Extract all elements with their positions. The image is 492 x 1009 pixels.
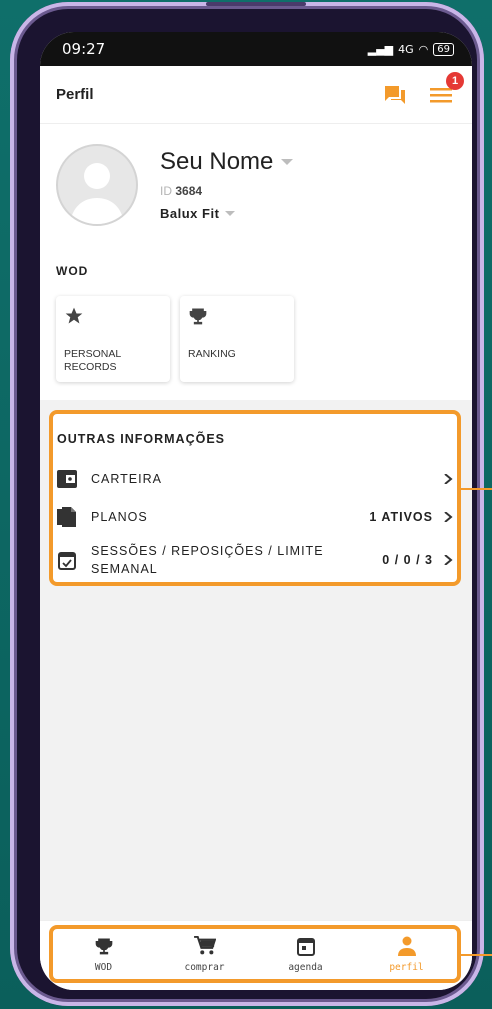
person-icon — [397, 936, 416, 956]
calendar-check-icon — [57, 550, 77, 570]
documents-icon — [57, 507, 77, 527]
trophy-icon — [188, 306, 286, 332]
chevron-right-icon — [444, 474, 453, 484]
sessions-row[interactable]: SESSÕES / REPOSIÇÕES / LIMITE SEMANAL 0 … — [57, 542, 453, 578]
chat-button[interactable] — [382, 82, 408, 108]
cart-icon — [193, 935, 216, 954]
page-title: Perfil — [56, 86, 94, 103]
profile-name-dropdown[interactable]: Seu Nome — [160, 148, 294, 176]
phone-frame: 09:27 ▂▄▆ 4G ◠ 69 Perfil 1 Seu Nome ID 3… — [10, 2, 484, 1006]
notification-badge: 1 — [446, 71, 464, 90]
personal-records-card[interactable]: PERSONAL RECORDS — [56, 296, 170, 382]
wod-section-title: WOD — [56, 264, 89, 278]
gym-selector[interactable]: Balux Fit — [160, 206, 236, 221]
battery-icon: 69 — [433, 42, 454, 56]
plans-label: PLANOS — [91, 510, 148, 524]
callout-line — [460, 954, 492, 956]
wifi-icon: ◠ — [418, 42, 429, 56]
profile-section: Seu Nome ID 3684 Balux Fit — [56, 144, 456, 244]
trophy-icon — [95, 938, 112, 954]
phone-notch — [206, 2, 306, 6]
profile-id: ID 3684 — [160, 184, 202, 198]
bottom-nav-highlight: WOD comprar agenda perfil — [49, 925, 461, 983]
bottom-navigation: WOD comprar agenda perfil — [40, 920, 472, 990]
menu-button[interactable]: 1 — [428, 71, 464, 108]
sessions-value: 0 / 0 / 3 — [382, 553, 433, 567]
wallet-icon — [57, 469, 77, 489]
nav-label: agenda — [288, 961, 323, 973]
profile-name: Seu Nome — [160, 148, 274, 175]
plans-value: 1 ATIVOS — [369, 510, 433, 524]
status-time: 09:27 — [62, 40, 106, 58]
wallet-row[interactable]: CARTEIRA — [57, 466, 453, 492]
nav-item-wod[interactable]: WOD — [59, 936, 149, 973]
nav-item-agenda[interactable]: agenda — [261, 936, 351, 973]
network-label: 4G — [398, 42, 414, 56]
avatar[interactable] — [56, 144, 138, 226]
other-info-panel: OUTRAS INFORMAÇÕES CARTEIRA PLANOS 1 ATI… — [49, 410, 461, 586]
app-header: Perfil 1 — [40, 66, 472, 124]
callout-line — [460, 488, 492, 490]
content-background: OUTRAS INFORMAÇÕES CARTEIRA PLANOS 1 ATI… — [40, 400, 472, 920]
calendar-icon — [296, 937, 315, 956]
ranking-card[interactable]: RANKING — [180, 296, 294, 382]
nav-item-comprar[interactable]: comprar — [160, 935, 250, 973]
wod-cards: PERSONAL RECORDS RANKING — [56, 296, 294, 382]
nav-label: WOD — [94, 961, 113, 973]
status-bar: 09:27 ▂▄▆ 4G ◠ 69 — [40, 32, 472, 66]
sessions-label: SESSÕES / REPOSIÇÕES / LIMITE SEMANAL — [91, 544, 324, 576]
star-icon — [64, 306, 162, 332]
chat-icon — [385, 85, 405, 104]
header-actions: 1 — [382, 71, 464, 108]
person-placeholder-icon — [70, 163, 124, 224]
app-screen: 09:27 ▂▄▆ 4G ◠ 69 Perfil 1 Seu Nome ID 3… — [40, 32, 472, 990]
card-label: RANKING — [188, 348, 236, 360]
plans-row[interactable]: PLANOS 1 ATIVOS — [57, 504, 453, 530]
nav-item-perfil[interactable]: perfil — [362, 936, 452, 973]
wallet-label: CARTEIRA — [91, 472, 162, 486]
profile-id-label: ID — [160, 184, 172, 198]
card-label: PERSONAL RECORDS — [64, 348, 121, 373]
chevron-down-icon — [225, 211, 236, 216]
other-info-title: OUTRAS INFORMAÇÕES — [57, 432, 225, 446]
nav-label: perfil — [389, 961, 424, 973]
gym-name: Balux Fit — [160, 206, 220, 221]
chevron-right-icon — [444, 555, 453, 565]
chevron-right-icon — [444, 512, 453, 522]
profile-id-value: 3684 — [175, 184, 203, 198]
chevron-down-icon — [281, 159, 294, 165]
signal-icon: ▂▄▆ — [367, 42, 394, 56]
status-icons: ▂▄▆ 4G ◠ 69 — [367, 42, 454, 56]
nav-label: comprar — [184, 961, 225, 973]
